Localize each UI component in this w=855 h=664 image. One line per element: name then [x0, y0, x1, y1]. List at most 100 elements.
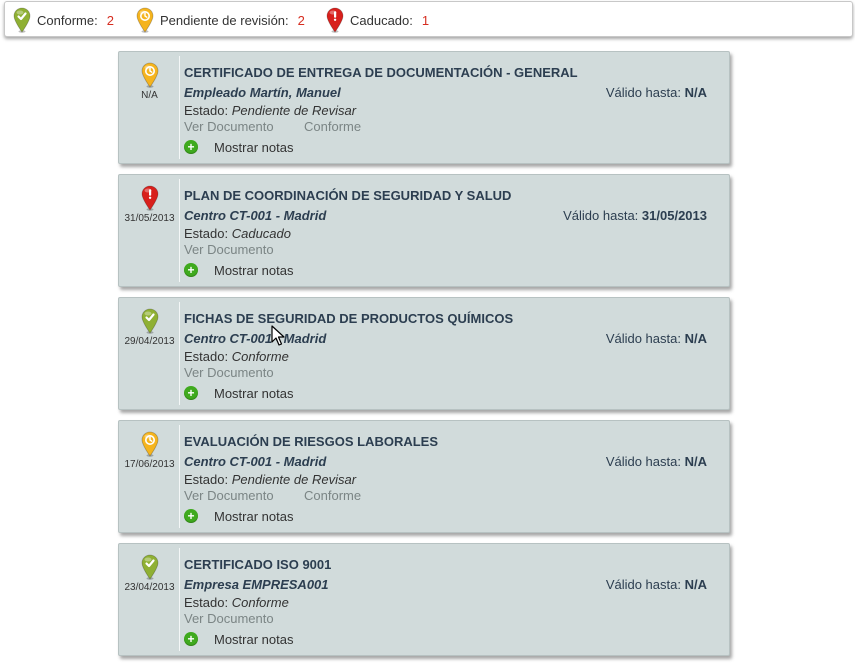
show-notes-label: Mostrar notas: [214, 139, 294, 155]
document-owner: Centro CT-001 - Madrid: [184, 208, 327, 223]
plus-icon: +: [184, 140, 198, 154]
state-label: Estado:: [184, 349, 229, 364]
valid-until: Válido hasta: N/A: [606, 85, 707, 100]
document-owner: Centro CT-001 - Madrid: [184, 454, 327, 469]
conforme-link[interactable]: Conforme: [304, 119, 361, 134]
exclamation-pin-icon: [141, 185, 159, 211]
document-title: PLAN DE COORDINACIÓN DE SEGURIDAD Y SALU…: [184, 188, 512, 203]
clock-pin-icon: [141, 431, 159, 457]
show-notes-button[interactable]: + Mostrar notas: [184, 262, 293, 278]
card-status-column: 31/05/2013: [119, 175, 180, 286]
valid-until-label: Válido hasta:: [605, 85, 681, 100]
show-notes-button[interactable]: + Mostrar notas: [184, 139, 293, 155]
document-card: 31/05/2013 PLAN DE COORDINACIÓN DE SEGUR…: [118, 174, 730, 287]
document-state: Estado: Conforme: [184, 595, 289, 610]
clock-pin-icon: [141, 62, 159, 88]
conforme-link[interactable]: Conforme: [304, 488, 361, 503]
legend-item-caducado: Caducado: 1: [326, 2, 429, 38]
card-status-column: 23/04/2013: [119, 544, 180, 655]
valid-until-value: N/A: [684, 454, 707, 469]
show-notes-button[interactable]: + Mostrar notas: [184, 631, 293, 647]
valid-until-label: Válido hasta:: [605, 454, 681, 469]
show-notes-button[interactable]: + Mostrar notas: [184, 385, 293, 401]
document-card: N/A CERTIFICADO DE ENTREGA DE DOCUMENTAC…: [118, 51, 730, 164]
card-date: 23/04/2013: [124, 582, 175, 593]
document-state: Estado: Pendiente de Revisar: [184, 472, 356, 487]
plus-icon: +: [184, 386, 198, 400]
document-title: CERTIFICADO DE ENTREGA DE DOCUMENTACIÓN …: [184, 65, 578, 80]
state-label: Estado:: [184, 226, 229, 241]
exclamation-pin-icon: [326, 7, 344, 33]
document-title: FICHAS DE SEGURIDAD DE PRODUCTOS QUÍMICO…: [184, 311, 514, 326]
show-notes-label: Mostrar notas: [214, 385, 294, 401]
document-state: Estado: Caducado: [184, 226, 291, 241]
document-card: 17/06/2013 EVALUACIÓN DE RIESGOS LABORAL…: [118, 420, 730, 533]
legend-label: Caducado:: [350, 12, 413, 28]
valid-until: Válido hasta: N/A: [606, 454, 707, 469]
divider: [179, 179, 180, 282]
plus-icon: +: [184, 509, 198, 523]
valid-until: Válido hasta: N/A: [606, 577, 707, 592]
card-status-column: 29/04/2013: [119, 298, 180, 409]
state-label: Estado:: [184, 472, 229, 487]
legend-count: 2: [297, 12, 305, 28]
card-date: 17/06/2013: [124, 459, 175, 470]
card-date: 29/04/2013: [124, 336, 175, 347]
valid-until-value: N/A: [684, 331, 707, 346]
state-value: Caducado: [231, 226, 291, 241]
valid-until: Válido hasta: 31/05/2013: [563, 208, 707, 223]
state-label: Estado:: [184, 103, 229, 118]
state-label: Estado:: [184, 595, 229, 610]
show-notes-button[interactable]: + Mostrar notas: [184, 508, 293, 524]
valid-until-value: N/A: [684, 577, 707, 592]
document-owner: Empleado Martín, Manuel: [184, 85, 341, 100]
clock-pin-icon: [136, 7, 154, 33]
document-title: EVALUACIÓN DE RIESGOS LABORALES: [184, 434, 439, 449]
valid-until-label: Válido hasta:: [563, 208, 639, 223]
document-owner: Centro CT-001 - Madrid: [184, 331, 327, 346]
view-document-link[interactable]: Ver Documento: [184, 119, 274, 134]
valid-until-label: Válido hasta:: [605, 577, 681, 592]
view-document-link[interactable]: Ver Documento: [184, 611, 274, 626]
valid-until-value: N/A: [684, 85, 707, 100]
valid-until-label: Válido hasta:: [605, 331, 681, 346]
card-status-column: 17/06/2013: [119, 421, 180, 532]
legend-label: Pendiente de revisión:: [160, 12, 289, 28]
check-pin-icon: [13, 7, 31, 33]
show-notes-label: Mostrar notas: [214, 262, 294, 278]
legend-count: 2: [106, 12, 114, 28]
view-document-link[interactable]: Ver Documento: [184, 242, 274, 257]
legend-count: 1: [421, 12, 430, 28]
legend-item-pendiente: Pendiente de revisión: 2: [136, 2, 305, 38]
state-value: Conforme: [231, 349, 289, 364]
valid-until-value: 31/05/2013: [641, 208, 707, 223]
show-notes-label: Mostrar notas: [214, 508, 294, 524]
legend-item-conforme: Conforme: 2: [13, 2, 114, 38]
check-pin-icon: [141, 554, 159, 580]
document-state: Estado: Pendiente de Revisar: [184, 103, 356, 118]
check-pin-icon: [141, 308, 159, 334]
plus-icon: +: [184, 632, 198, 646]
document-state: Estado: Conforme: [184, 349, 289, 364]
card-date: 31/05/2013: [124, 213, 175, 224]
plus-icon: +: [184, 263, 198, 277]
document-title: CERTIFICADO ISO 9001: [184, 557, 332, 572]
document-owner: Empresa EMPRESA001: [184, 577, 329, 592]
state-value: Pendiente de Revisar: [231, 472, 357, 487]
valid-until: Válido hasta: N/A: [606, 331, 707, 346]
divider: [179, 548, 180, 651]
document-card: 23/04/2013 CERTIFICADO ISO 9001 Empresa …: [118, 543, 730, 656]
mouse-cursor-icon: [271, 325, 285, 346]
divider: [179, 425, 180, 528]
view-document-link[interactable]: Ver Documento: [184, 365, 274, 380]
divider: [179, 302, 180, 405]
status-legend: Conforme: 2 Pendiente de revisión: 2 Cad…: [4, 1, 853, 37]
legend-label: Conforme:: [37, 12, 98, 28]
divider: [179, 56, 180, 159]
view-document-link[interactable]: Ver Documento: [184, 488, 274, 503]
state-value: Conforme: [231, 595, 289, 610]
state-value: Pendiente de Revisar: [231, 103, 357, 118]
card-date: N/A: [141, 90, 158, 101]
document-card: 29/04/2013 FICHAS DE SEGURIDAD DE PRODUC…: [118, 297, 730, 410]
show-notes-label: Mostrar notas: [214, 631, 294, 647]
